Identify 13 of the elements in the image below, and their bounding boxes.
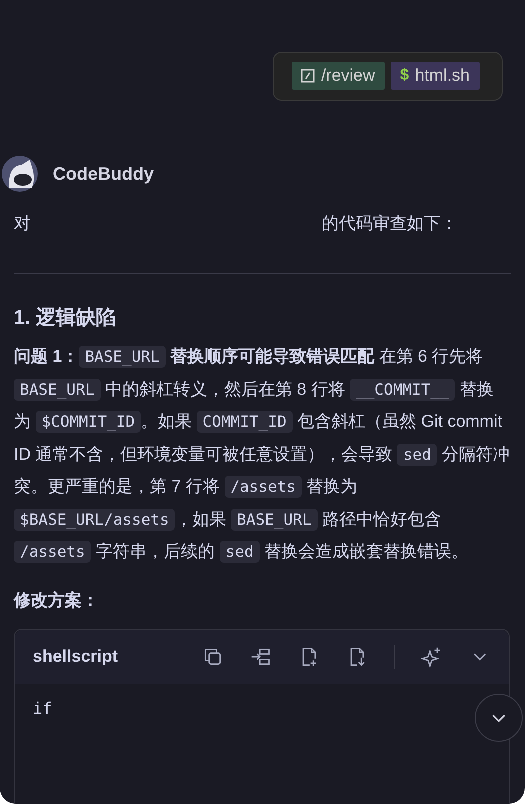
intro-text: 的代码审查如下： (322, 213, 458, 235)
fix-heading: 修改方案： (14, 590, 100, 612)
issue-paragraph: 问题 1： BASE_URL 替换顺序可能导致错误匹配 在第 6 行先将 BASE_URL 中的斜杠转义，然后在第 8 行将 __COMMIT__ 替换为 $COMMIT_ID 。如果 COMMIT_ID 包含斜杠（虽然 Git commit ID 通常不含，但环境变量可被任意设置），会导致 sed 分隔符冲突。更严重的是，第 7 行将 /assets 替换为 $BASE_URL/assets ，如果 BASE_URL 路径中恰好包含 /assets 字符串，后续的 sed 替换会造成嵌套替换错误。 (14, 345, 511, 565)
command-chip[interactable]: /review (292, 62, 386, 90)
sparkle-icon[interactable] (421, 646, 443, 668)
slash-square-icon (301, 69, 316, 83)
intro-text: 对 (14, 213, 31, 235)
assistant-name: CodeBuddy (53, 164, 154, 184)
section-heading: 1. 逻辑缺陷 (14, 306, 118, 331)
file-chip[interactable]: $ html.sh (391, 62, 480, 90)
code-line: if (33, 698, 54, 718)
language-label: shellscript (33, 646, 120, 666)
terminal-icon: $ (400, 67, 410, 85)
